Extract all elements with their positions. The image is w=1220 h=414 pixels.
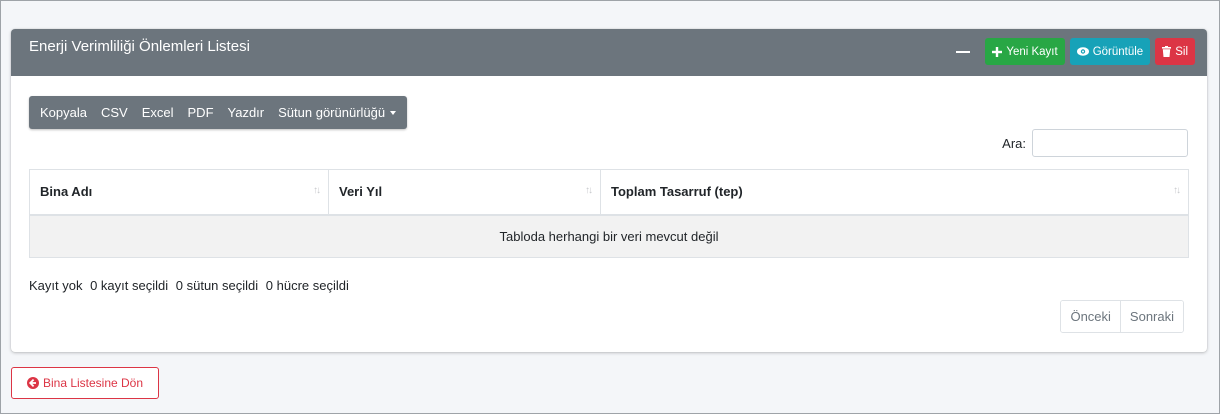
search-box: Ara:	[1002, 129, 1188, 157]
next-page-button[interactable]: Sonraki	[1119, 301, 1183, 332]
column-visibility-label: Sütun görünürlüğü	[278, 105, 386, 120]
table-info: Kayıt yok 0 kayıt seçildi 0 sütun seçild…	[29, 278, 353, 293]
data-table: Bina Adı ↑↓ Veri Yıl ↑↓ Toplam Tasarruf …	[29, 169, 1189, 258]
new-record-button[interactable]: Yeni Kayıt	[985, 38, 1065, 65]
column-header-label: Veri Yıl	[339, 184, 383, 200]
csv-button[interactable]: CSV	[94, 105, 135, 120]
back-button-label: Bina Listesine Dön	[42, 376, 144, 390]
arrow-circle-left-icon	[26, 377, 39, 389]
column-header-total-savings[interactable]: Toplam Tasarruf (tep) ↑↓	[600, 169, 1189, 216]
minus-icon[interactable]	[956, 50, 971, 53]
rows-selected-info: 0 kayıt seçildi	[90, 278, 169, 293]
eye-icon	[1076, 47, 1089, 56]
new-record-label: Yeni Kayıt	[1006, 45, 1058, 58]
card-tools: Yeni Kayıt Görüntüle Sil	[956, 38, 1195, 65]
view-button[interactable]: Görüntüle	[1069, 38, 1151, 65]
trash-icon	[1162, 46, 1172, 57]
sort-icon: ↑↓	[1173, 185, 1181, 196]
columns-selected-info: 0 sütun seçildi	[175, 278, 259, 293]
back-to-building-list-button[interactable]: Bina Listesine Dön	[11, 367, 159, 399]
pagination: Önceki Sonraki	[1060, 300, 1184, 333]
pdf-button[interactable]: PDF	[181, 105, 221, 120]
cells-selected-info: 0 hücre seçildi	[265, 278, 349, 293]
search-input[interactable]	[1032, 129, 1188, 157]
column-header-label: Bina Adı	[40, 184, 93, 200]
sort-icon: ↑↓	[585, 185, 593, 196]
plus-icon	[992, 46, 1003, 57]
table-header-row: Bina Adı ↑↓ Veri Yıl ↑↓ Toplam Tasarruf …	[29, 169, 1189, 216]
column-header-building-name[interactable]: Bina Adı ↑↓	[29, 169, 329, 216]
delete-button[interactable]: Sil	[1155, 38, 1195, 65]
delete-label: Sil	[1175, 45, 1188, 58]
column-header-label: Toplam Tasarruf (tep)	[611, 184, 743, 200]
previous-page-button[interactable]: Önceki	[1061, 301, 1120, 332]
sort-icon: ↑↓	[313, 185, 321, 196]
column-visibility-button[interactable]: Sütun görünürlüğü	[271, 105, 403, 120]
card-header: Enerji Verimliliği Önlemleri Listesi Yen…	[11, 29, 1207, 76]
excel-button[interactable]: Excel	[135, 105, 181, 120]
column-header-data-year[interactable]: Veri Yıl ↑↓	[328, 169, 601, 216]
records-info: Kayıt yok	[29, 278, 83, 293]
list-card: Enerji Verimliliği Önlemleri Listesi Yen…	[11, 29, 1207, 352]
table-row: Tabloda herhangi bir veri mevcut değil	[29, 214, 1189, 258]
caret-down-icon	[390, 110, 397, 115]
empty-table-message: Tabloda herhangi bir veri mevcut değil	[29, 214, 1189, 258]
card-title: Enerji Verimliliği Önlemleri Listesi	[29, 38, 250, 55]
view-label: Görüntüle	[1092, 45, 1144, 58]
export-button-group: Kopyala CSV Excel PDF Yazdır Sütun görün…	[29, 96, 408, 129]
search-label: Ara:	[1002, 135, 1026, 151]
copy-button[interactable]: Kopyala	[33, 105, 94, 120]
print-button[interactable]: Yazdır	[221, 105, 272, 120]
